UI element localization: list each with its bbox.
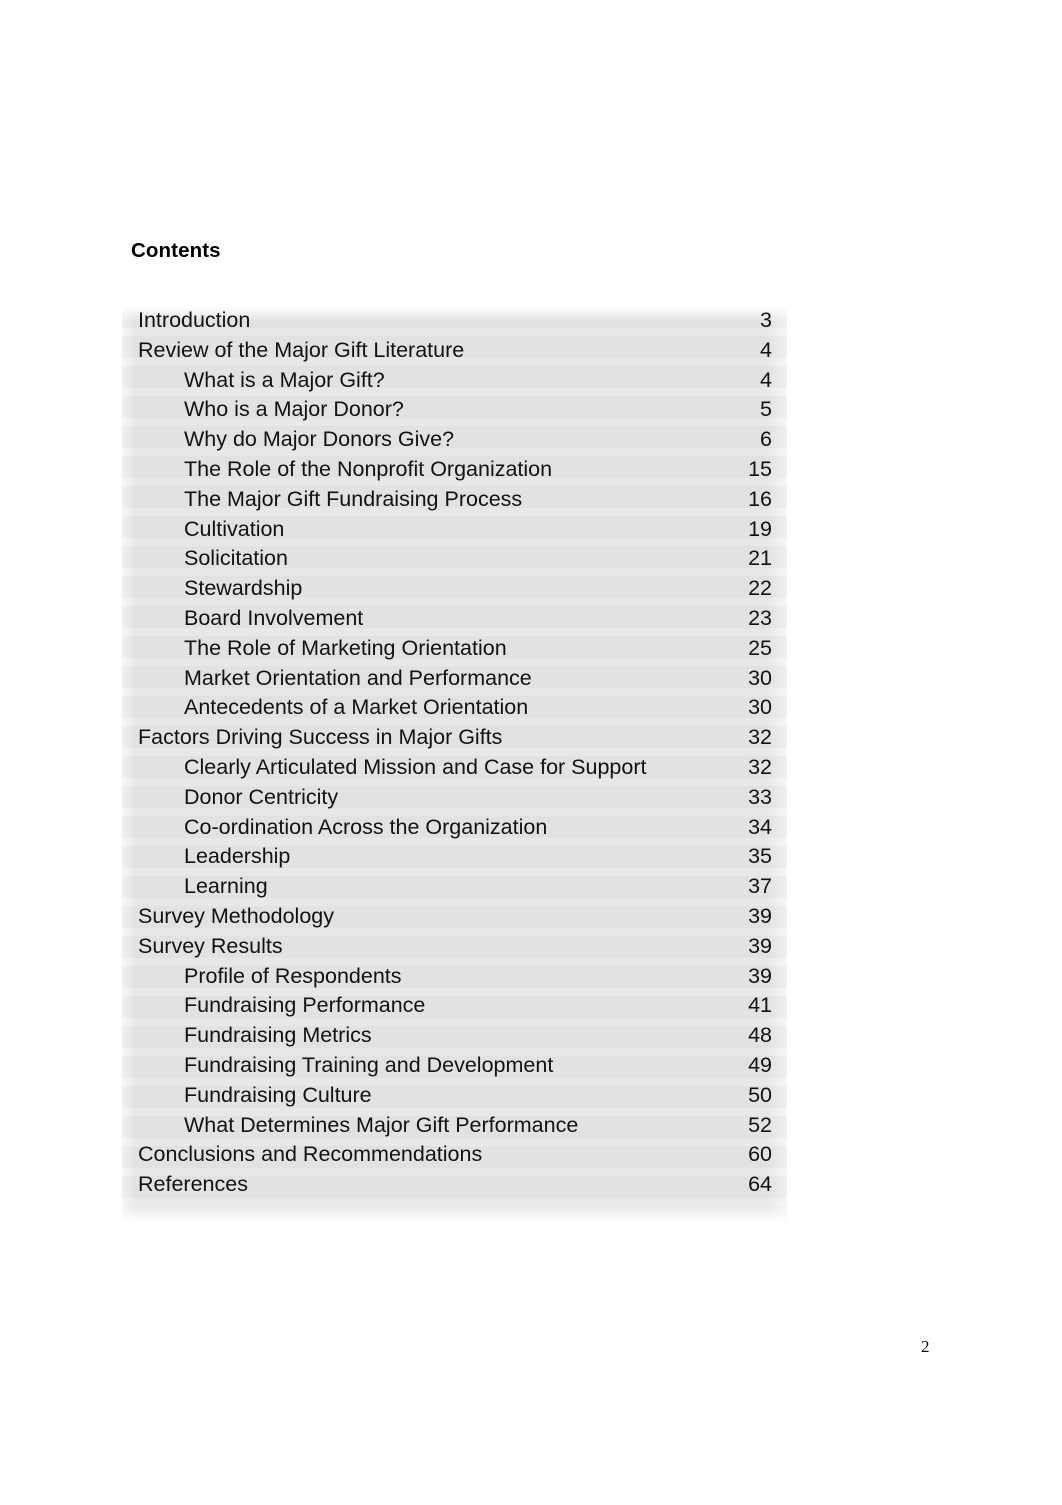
toc-entry[interactable]: Market Orientation and Performance 30 (122, 664, 787, 694)
toc-entry-page-number: 23 (748, 605, 772, 630)
toc-entry-title: Learning (184, 874, 268, 899)
toc-entry[interactable]: Fundraising Culture 50 (122, 1081, 787, 1111)
toc-entry-page-number: 21 (748, 546, 772, 571)
toc-entry[interactable]: Solicitation 21 (122, 544, 787, 574)
toc-entry-title: Fundraising Metrics (184, 1023, 372, 1048)
toc-entry[interactable]: Conclusions and Recommendations 60 (122, 1140, 787, 1170)
toc-entry-title: What Determines Major Gift Performance (184, 1112, 579, 1137)
toc-entry[interactable]: The Major Gift Fundraising Process 16 (122, 485, 787, 515)
table-of-contents: Introduction 3 Review of the Major Gift Li… (122, 306, 787, 1222)
toc-entry[interactable]: Antecedents of a Market Orientation 30 (122, 693, 787, 723)
toc-entry-page-number: 32 (748, 725, 772, 750)
toc-entry-title: What is a Major Gift? (184, 367, 385, 392)
toc-entry-title: Conclusions and Recommendations (138, 1142, 483, 1167)
toc-entry-page-number: 16 (748, 486, 772, 511)
toc-entry-title: Fundraising Performance (184, 993, 426, 1018)
toc-entry[interactable]: What Determines Major Gift Performance 52 (122, 1111, 787, 1141)
toc-entry-page-number: 6 (760, 427, 772, 452)
toc-entry[interactable]: Why do Major Donors Give? 6 (122, 425, 787, 455)
toc-entry-title: Survey Results (138, 933, 283, 958)
toc-entry[interactable]: Clearly Articulated Mission and Case for… (122, 753, 787, 783)
toc-entry-title: References (138, 1172, 248, 1197)
toc-entry-title: Why do Major Donors Give? (184, 427, 455, 452)
toc-entry[interactable]: Leadership 35 (122, 842, 787, 872)
toc-entry[interactable]: Fundraising Metrics 48 (122, 1021, 787, 1051)
toc-entry-title: Cultivation (184, 516, 285, 541)
toc-entry-page-number: 50 (748, 1082, 772, 1107)
toc-entry-title: Introduction (138, 308, 251, 332)
toc-entry-title: Profile of Respondents (184, 963, 402, 988)
toc-entry-title: Fundraising Culture (184, 1082, 372, 1107)
toc-entry-page-number: 52 (748, 1112, 772, 1137)
toc-entry-title: Solicitation (184, 546, 288, 571)
toc-entry-title: Survey Methodology (138, 903, 334, 928)
toc-entry-title: Leadership (184, 844, 291, 869)
footer-page-number: 2 (921, 1337, 930, 1356)
toc-entry[interactable]: Fundraising Performance 41 (122, 991, 787, 1021)
toc-entry[interactable]: Profile of Respondents 39 (122, 962, 787, 992)
toc-entry[interactable]: Donor Centricity 33 (122, 783, 787, 813)
toc-entry-page-number: 4 (760, 367, 772, 392)
toc-entry[interactable]: Who is a Major Donor? 5 (122, 395, 787, 425)
toc-entry-page-number: 32 (748, 754, 772, 779)
toc-entry-page-number: 15 (748, 456, 772, 481)
toc-entry-page-number: 49 (748, 1052, 772, 1077)
toc-entry-page-number: 48 (748, 1023, 772, 1048)
toc-entry[interactable]: Fundraising Training and Development 49 (122, 1051, 787, 1081)
toc-entry[interactable]: Cultivation 19 (122, 515, 787, 545)
toc-entry-title: Co-ordination Across the Organization (184, 814, 548, 839)
toc-entry-page-number: 35 (748, 844, 772, 869)
toc-entry[interactable]: Learning 37 (122, 872, 787, 902)
toc-entry-page-number: 37 (748, 874, 772, 899)
toc-entry-title: Donor Centricity (184, 784, 339, 809)
toc-entry[interactable]: Introduction 3 (122, 306, 787, 336)
toc-entry[interactable]: Board Involvement 23 (122, 604, 787, 634)
toc-entry[interactable]: References 64 (122, 1170, 787, 1200)
toc-entry-title: Market Orientation and Performance (184, 665, 532, 690)
toc-entry-page-number: 34 (748, 814, 772, 839)
toc-entry-page-number: 3 (760, 308, 772, 332)
toc-entry-page-number: 33 (748, 784, 772, 809)
toc-entry-page-number: 22 (748, 576, 772, 601)
toc-entry[interactable]: Co-ordination Across the Organization 34 (122, 813, 787, 843)
toc-entry-title: Stewardship (184, 576, 303, 601)
toc-entry-page-number: 30 (748, 665, 772, 690)
toc-entry[interactable]: Survey Results 39 (122, 932, 787, 962)
toc-entry[interactable]: Factors Driving Success in Major Gifts 32 (122, 723, 787, 753)
toc-entry-title: Fundraising Training and Development (184, 1052, 554, 1077)
toc-entry[interactable]: The Role of Marketing Orientation 25 (122, 634, 787, 664)
toc-entry[interactable]: Survey Methodology 39 (122, 902, 787, 932)
toc-entry[interactable]: The Role of the Nonprofit Organization 15 (122, 455, 787, 485)
document-page: Contents Introduction 3 Review of the Majo… (0, 0, 1062, 1505)
toc-entry-page-number: 39 (748, 963, 772, 988)
toc-entry-page-number: 5 (760, 397, 772, 422)
toc-entry-title: Review of the Major Gift Literature (138, 337, 465, 362)
toc-entry-page-number: 25 (748, 635, 772, 660)
toc-entry-page-number: 30 (748, 695, 772, 720)
page-title: Contents (131, 239, 221, 262)
toc-entry-title: The Role of the Nonprofit Organization (184, 456, 553, 481)
toc-list: Introduction 3 Review of the Major Gift Li… (122, 306, 787, 1200)
toc-entry[interactable]: What is a Major Gift? 4 (122, 366, 787, 396)
toc-entry-title: Factors Driving Success in Major Gifts (138, 725, 503, 750)
toc-entry-page-number: 19 (748, 516, 772, 541)
toc-entry-page-number: 4 (760, 337, 772, 362)
toc-entry-page-number: 64 (748, 1172, 772, 1197)
toc-entry-title: Who is a Major Donor? (184, 397, 404, 422)
toc-entry[interactable]: Stewardship 22 (122, 574, 787, 604)
toc-entry-page-number: 60 (748, 1142, 772, 1167)
toc-entry-title: The Role of Marketing Orientation (184, 635, 507, 660)
toc-entry-title: Antecedents of a Market Orientation (184, 695, 529, 720)
toc-entry-page-number: 41 (748, 993, 772, 1018)
toc-entry-page-number: 39 (748, 933, 772, 958)
toc-entry-page-number: 39 (748, 903, 772, 928)
toc-entry-title: Board Involvement (184, 605, 364, 630)
toc-entry[interactable]: Review of the Major Gift Literature 4 (122, 336, 787, 366)
toc-entry-title: The Major Gift Fundraising Process (184, 486, 523, 511)
toc-entry-title: Clearly Articulated Mission and Case for… (184, 754, 647, 779)
